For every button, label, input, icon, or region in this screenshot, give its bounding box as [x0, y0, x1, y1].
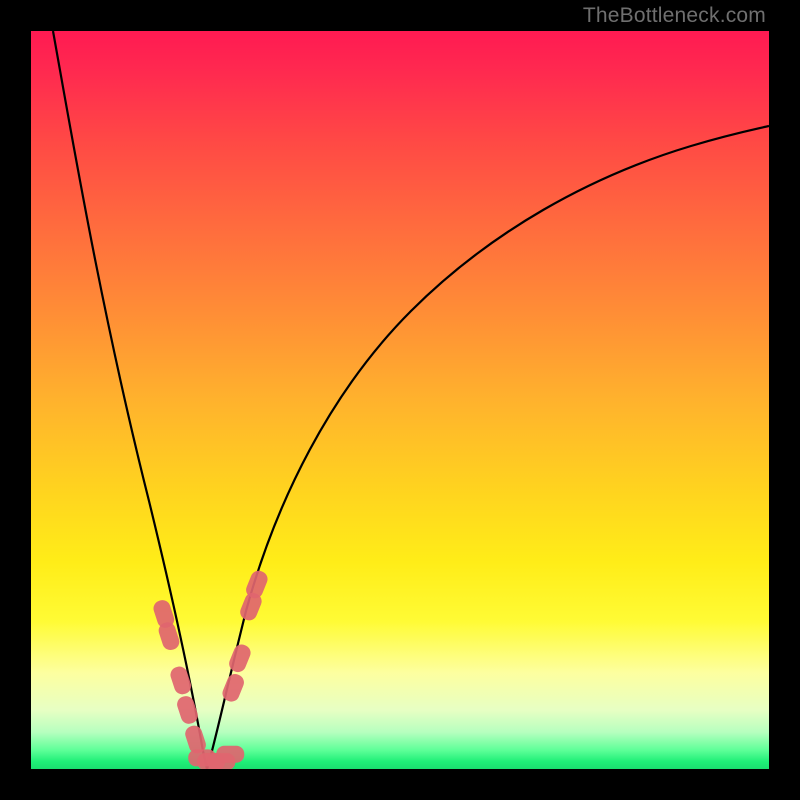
chart-frame: TheBottleneck.com — [0, 0, 800, 800]
markers-group — [151, 568, 270, 769]
data-marker — [175, 694, 200, 726]
data-marker — [216, 746, 244, 763]
curve-right-branch — [207, 126, 769, 769]
watermark-text: TheBottleneck.com — [583, 4, 766, 28]
chart-svg — [31, 31, 769, 769]
data-marker — [168, 664, 193, 696]
curve-left-branch — [53, 31, 207, 769]
